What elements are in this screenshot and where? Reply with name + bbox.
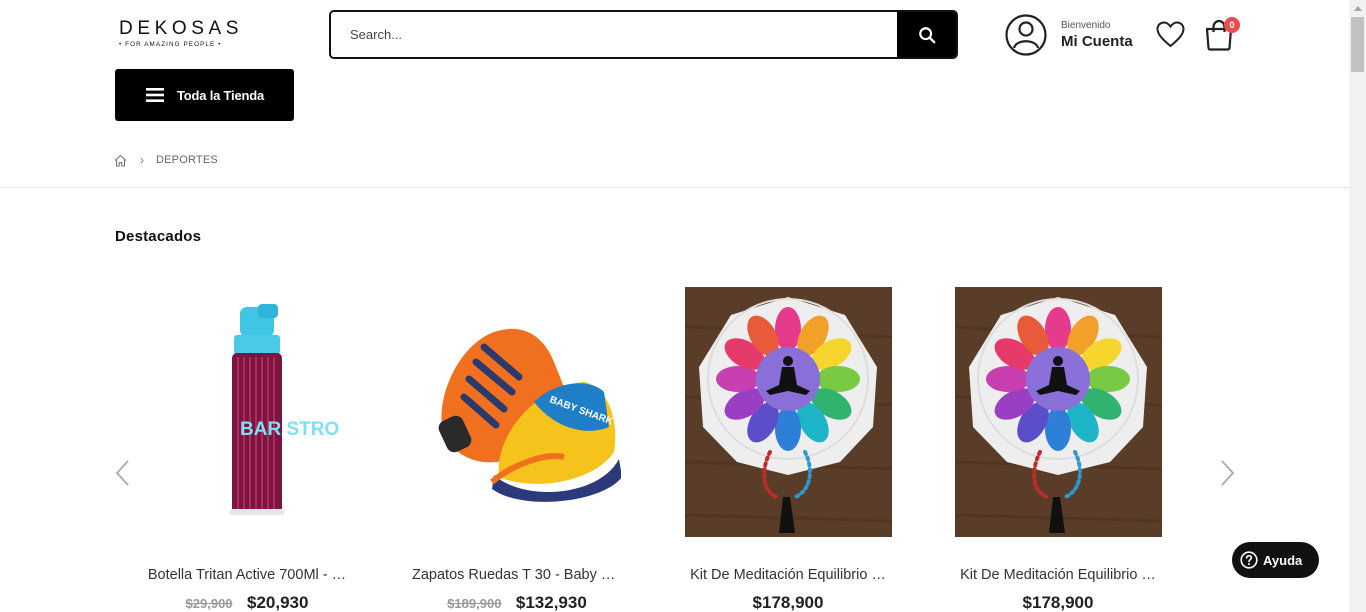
product-image[interactable]: BAR STRO <box>144 287 351 537</box>
product-image[interactable] <box>684 287 892 537</box>
logo-tagline: • FOR AMAZING PEOPLE • <box>119 41 222 48</box>
search-input[interactable] <box>331 12 897 57</box>
wishlist-heart-icon[interactable] <box>1156 21 1185 48</box>
help-button[interactable]: Ayuda <box>1232 542 1319 578</box>
product-card[interactable]: BABY SHARK Zapatos Ruedas T 30 - Baby S…… <box>402 287 632 612</box>
logo-wordmark: DEKOSAS <box>119 18 244 39</box>
logo[interactable]: DEKOSAS • FOR AMAZING PEOPLE • <box>119 18 244 51</box>
bottle-label-text: BAR STRO <box>240 419 339 440</box>
user-icon <box>1005 14 1047 56</box>
product-current-price: $132,930 <box>515 593 587 612</box>
account-link[interactable]: Bienvenido Mi Cuenta <box>1005 14 1133 56</box>
product-card[interactable]: Kit De Meditación Equilibrio … $178,900 <box>673 287 903 612</box>
scrollbar-thumb[interactable] <box>1351 17 1364 72</box>
product-name[interactable]: Kit De Meditación Equilibrio … <box>943 567 1173 583</box>
header-divider <box>0 187 1350 188</box>
product-image[interactable]: BABY SHARK <box>414 287 621 537</box>
product-price: $178,900 <box>673 593 903 612</box>
home-icon[interactable] <box>114 154 127 167</box>
product-current-price: $20,930 <box>247 593 309 612</box>
product-name[interactable]: Botella Tritan Active 700Ml - … <box>132 567 362 583</box>
search-icon <box>918 26 935 43</box>
hamburger-icon <box>146 88 164 102</box>
carousel-next-arrow-icon[interactable] <box>1217 458 1237 488</box>
product-image[interactable] <box>954 287 1162 537</box>
product-price: $189,900 $132,930 <box>402 593 632 612</box>
help-label: Ayuda <box>1263 552 1303 568</box>
section-title: Destacados <box>115 228 202 245</box>
account-name: Mi Cuenta <box>1061 32 1133 50</box>
search-button[interactable] <box>897 12 956 57</box>
product-card[interactable]: Kit De Meditación Equilibrio … $178,900 <box>943 287 1173 612</box>
breadcrumb-current[interactable]: DEPORTES <box>156 154 218 166</box>
question-circle-icon <box>1240 551 1258 569</box>
cart-count-badge: 0 <box>1224 17 1240 33</box>
all-store-menu-button[interactable]: Toda la Tienda <box>115 69 294 121</box>
account-welcome: Bienvenido <box>1061 19 1111 31</box>
product-price: $178,900 <box>943 593 1173 612</box>
product-price: $29,900 $20,930 <box>132 593 362 612</box>
search-bar <box>329 10 958 59</box>
product-current-price: $178,900 <box>752 593 824 612</box>
product-card[interactable]: BAR STRO Botella Tritan Active 700Ml - …… <box>132 287 362 612</box>
page-scrollbar[interactable] <box>1349 0 1366 612</box>
breadcrumb: › DEPORTES <box>114 153 218 167</box>
product-name[interactable]: Zapatos Ruedas T 30 - Baby S… <box>402 567 632 583</box>
product-old-price: $189,900 <box>447 596 502 611</box>
all-store-menu-label: Toda la Tienda <box>177 87 265 103</box>
product-old-price: $29,900 <box>185 596 233 611</box>
product-name[interactable]: Kit De Meditación Equilibrio … <box>673 567 903 583</box>
product-current-price: $178,900 <box>1022 593 1094 612</box>
carousel-prev-arrow-icon[interactable] <box>113 458 133 488</box>
scroll-up-arrow-icon[interactable] <box>1349 0 1366 17</box>
breadcrumb-chevron-icon: › <box>140 153 144 167</box>
